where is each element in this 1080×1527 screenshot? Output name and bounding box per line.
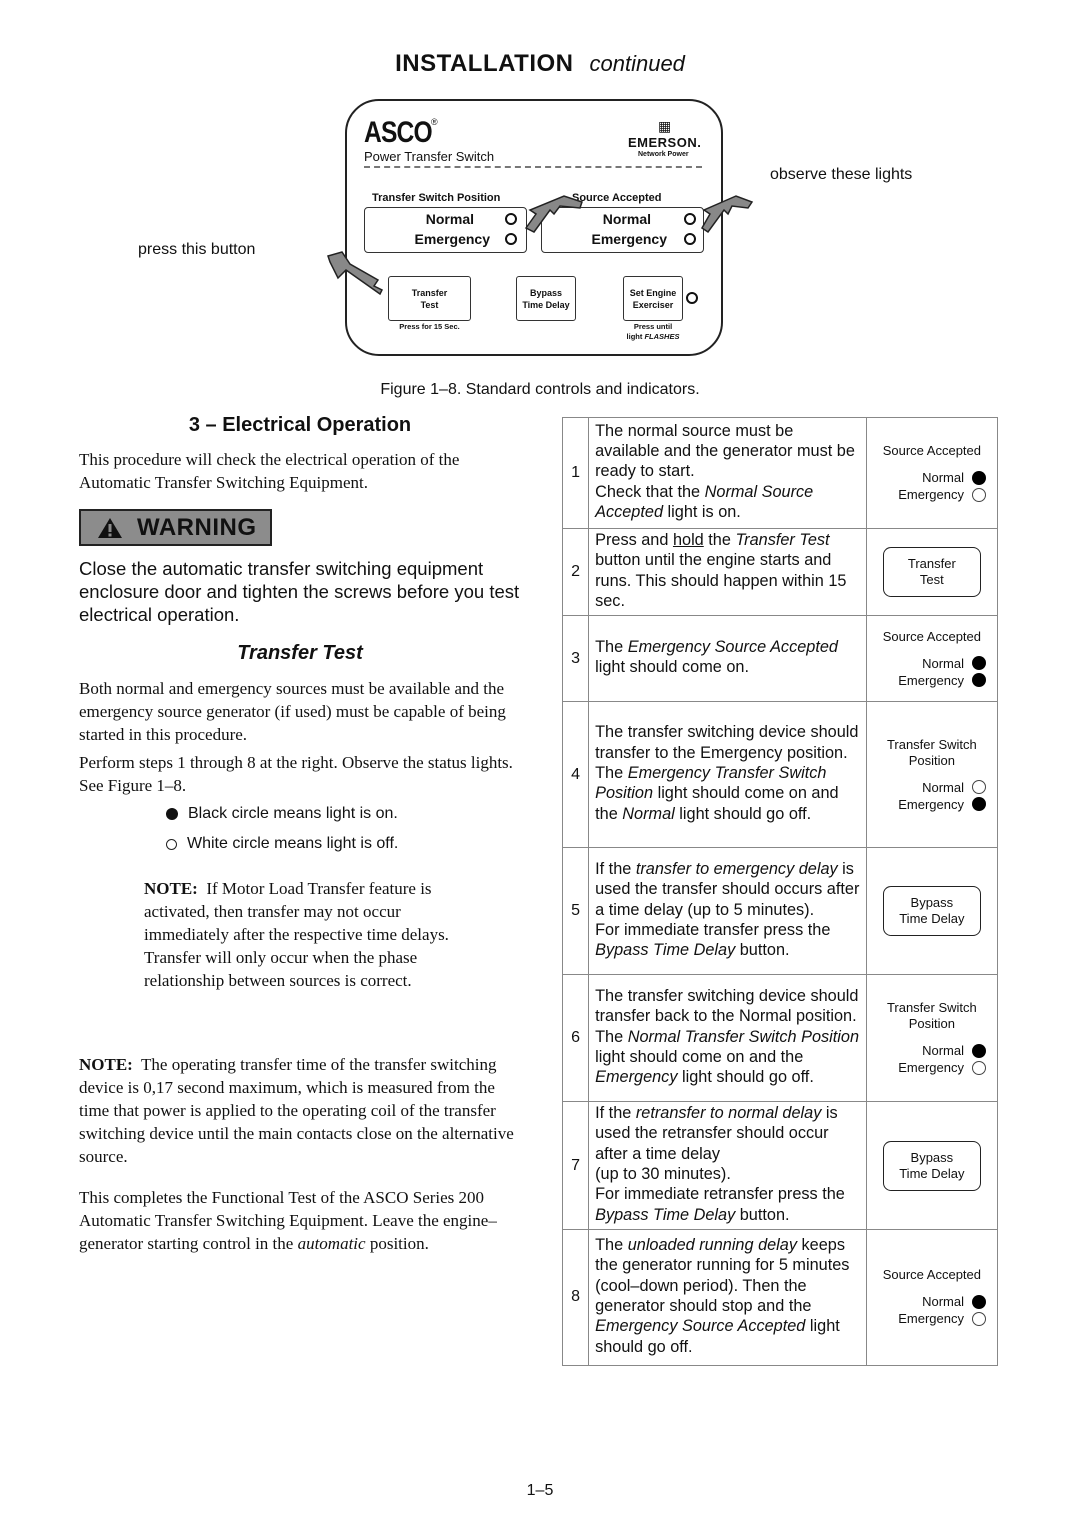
step-row: 3 The Emergency Source Accepted light sh…	[561, 615, 999, 703]
step-number: 2	[561, 527, 590, 617]
asco-logo: ASCO	[364, 116, 433, 149]
warning-banner: WARNING	[79, 509, 272, 546]
figure-caption: Figure 1–8. Standard controls and indica…	[380, 381, 700, 398]
page-header: INSTALLATION continued	[0, 50, 1080, 78]
step-number: 1	[561, 417, 590, 529]
warning-label: WARNING	[137, 513, 257, 541]
product-name: Power Transfer Switch	[364, 149, 495, 164]
observe-callout: observe these lights	[770, 166, 913, 183]
step-description: The normal source must be available and …	[588, 417, 867, 529]
sources-paragraph: Both normal and emergency sources must b…	[79, 679, 506, 744]
step-indicator: Source Accepted Normal Emergency	[865, 417, 999, 529]
legend-off: White circle means light is off.	[166, 835, 398, 853]
step-number: 3	[561, 615, 590, 703]
press-callout: press this button	[138, 241, 256, 258]
intro-paragraph: This procedure will check the electrical…	[79, 450, 460, 492]
emerson-logo: EMERSON.	[628, 135, 702, 150]
tsp-normal-label: Normal	[425, 211, 474, 227]
step-number: 6	[561, 974, 590, 1103]
emerson-logo-icon: ▦	[658, 118, 672, 134]
exerciser-note: Press until light FLASHES	[626, 322, 680, 341]
warning-triangle-icon	[98, 517, 122, 538]
sa-normal-light-icon	[684, 213, 696, 225]
closing-paragraph: This completes the Functional Test of th…	[79, 1188, 497, 1253]
step-indicator: Source Accepted Normal Emergency	[865, 1228, 999, 1366]
transfer-time-note: NOTE: The operating transfer time of the…	[79, 1055, 514, 1166]
motor-load-note: NOTE: If Motor Load Transfer feature is …	[144, 879, 449, 990]
emergency-light-on-icon	[972, 673, 986, 688]
transfer-test-note: Press for 15 Sec.	[399, 322, 460, 331]
emergency-light-off-icon	[972, 487, 986, 502]
transfer-test-button-illustration[interactable]: Transfer Test	[882, 547, 981, 598]
warning-text: Close the automatic transfer switching e…	[79, 558, 520, 625]
header-subtitle: continued	[589, 51, 685, 76]
transfer-test-button[interactable]: Transfer Test	[388, 276, 471, 321]
exerciser-light-icon	[686, 292, 698, 304]
legend-on: Black circle means light is on.	[166, 805, 398, 823]
step-description: The transfer switching device should tra…	[588, 974, 867, 1103]
tsp-emergency-light-icon	[505, 233, 517, 245]
panel-divider	[364, 166, 702, 168]
step-indicator: Bypass Time Delay	[865, 847, 999, 976]
emergency-light-off-icon	[972, 1060, 986, 1075]
bypass-time-delay-button-illustration[interactable]: Bypass Time Delay	[882, 886, 981, 937]
page-number: 1–5	[526, 1482, 554, 1499]
step-indicator: Transfer Switch Position Normal Emergenc…	[865, 701, 999, 849]
step-description: The Emergency Source Accepted light shou…	[588, 615, 867, 703]
step-description: The unloaded running delay keeps the gen…	[588, 1228, 867, 1366]
step-number: 8	[561, 1228, 590, 1366]
step-row: 7 If the retransfer to normal delay is u…	[561, 1101, 999, 1230]
step-description: Press and hold the Transfer Test button …	[588, 527, 867, 617]
steps-paragraph: Perform steps 1 through 8 at the right. …	[79, 753, 513, 795]
emergency-light-on-icon	[972, 797, 986, 812]
white-circle-icon	[166, 838, 177, 850]
emergency-light-off-icon	[972, 1311, 986, 1326]
normal-light-on-icon	[972, 1043, 986, 1058]
observe-arrow-right-icon	[701, 195, 754, 234]
header-title: INSTALLATION	[395, 50, 574, 77]
step-number: 5	[561, 847, 590, 976]
step-row: 1 The normal source must be available an…	[561, 417, 999, 529]
tsp-group-label: Transfer Switch Position	[372, 192, 501, 204]
step-description: If the transfer to emergency delay is us…	[588, 847, 867, 976]
normal-light-on-icon	[972, 656, 986, 671]
normal-light-on-icon	[972, 470, 986, 485]
step-row: 2 Press and hold the Transfer Test butto…	[561, 527, 999, 617]
observe-arrow-left-icon	[524, 195, 583, 233]
step-indicator: Transfer Switch Position Normal Emergenc…	[865, 974, 999, 1103]
tsp-emergency-label: Emergency	[414, 231, 490, 247]
step-description: The transfer switching device should tra…	[588, 701, 867, 849]
step-indicator: Bypass Time Delay	[865, 1101, 999, 1230]
black-circle-icon	[166, 808, 178, 820]
network-power-label: Network Power	[638, 151, 689, 158]
step-row: 8 The unloaded running delay keeps the g…	[561, 1228, 999, 1366]
normal-light-on-icon	[972, 1294, 986, 1309]
registered-mark: ®	[431, 117, 438, 127]
set-engine-exerciser-button[interactable]: Set Engine Exerciser	[623, 276, 683, 321]
step-description: If the retransfer to normal delay is use…	[588, 1101, 867, 1230]
step-row: 5 If the transfer to emergency delay is …	[561, 847, 999, 976]
subsection-title: Transfer Test	[237, 642, 363, 664]
step-number: 4	[561, 701, 590, 849]
step-row: 6 The transfer switching device should t…	[561, 974, 999, 1103]
step-indicator: Transfer Test	[865, 527, 999, 617]
step-row: 4 The transfer switching device should t…	[561, 701, 999, 849]
section-title: 3 – Electrical Operation	[188, 414, 412, 436]
sa-emergency-light-icon	[684, 233, 696, 245]
step-indicator: Source Accepted Normal Emergency	[865, 615, 999, 703]
press-arrow-icon	[327, 251, 384, 296]
bypass-time-delay-button[interactable]: Bypass Time Delay	[516, 276, 576, 321]
bypass-time-delay-button-illustration[interactable]: Bypass Time Delay	[882, 1140, 981, 1191]
tsp-normal-light-icon	[505, 213, 517, 225]
normal-light-off-icon	[972, 780, 986, 795]
steps-table: 1 The normal source must be available an…	[561, 417, 999, 1366]
step-number: 7	[561, 1101, 590, 1230]
